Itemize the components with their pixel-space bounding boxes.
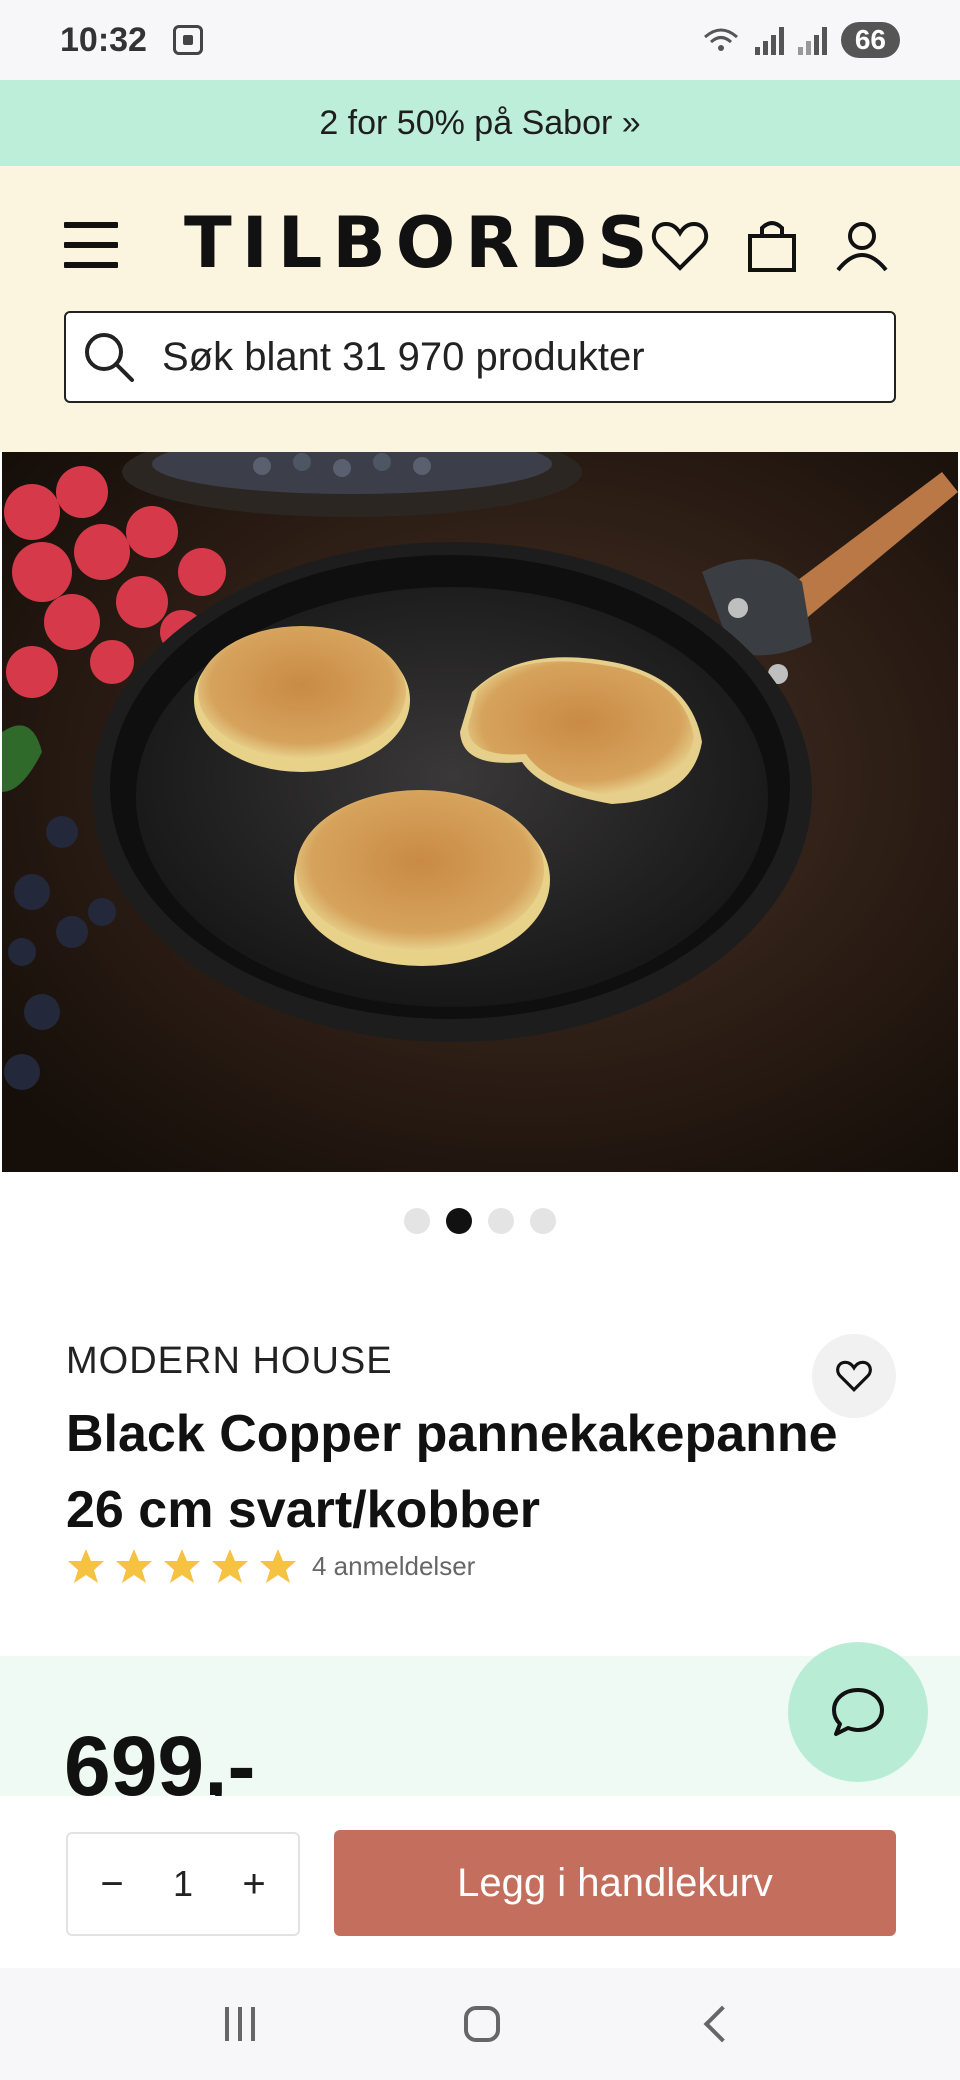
signal-icon	[754, 25, 784, 55]
site-logo[interactable]: TILBORDS	[184, 202, 658, 284]
gallery-dot[interactable]	[488, 1208, 514, 1234]
star-icon	[68, 1549, 104, 1583]
heart-outline-icon	[836, 1360, 872, 1392]
recent-apps-icon[interactable]	[224, 2007, 255, 2041]
product-price: 699,-	[64, 1719, 256, 1796]
gallery-dot[interactable]	[404, 1208, 430, 1234]
back-icon[interactable]	[703, 2005, 741, 2043]
review-count[interactable]: 4 anmeldelser	[312, 1551, 475, 1582]
search-placeholder: Søk blant 31 970 produkter	[162, 334, 645, 379]
star-icon	[116, 1549, 152, 1583]
home-icon[interactable]	[463, 2006, 500, 2042]
star-icon	[260, 1549, 296, 1583]
star-icon	[164, 1549, 200, 1583]
search-bar[interactable]: Søk blant 31 970 produkter	[64, 311, 896, 403]
gallery-dot-active[interactable]	[446, 1208, 472, 1234]
product-rating[interactable]: 4 anmeldelser	[66, 1546, 475, 1586]
promo-text: 2 for 50% på Sabor »	[319, 103, 641, 142]
status-time: 10:32	[60, 20, 147, 59]
heart-icon[interactable]	[648, 214, 712, 278]
gallery-dots	[0, 1208, 960, 1234]
site-header: TILBORDS Søk blant 31 970 produkter	[0, 166, 960, 452]
menu-icon[interactable]	[64, 222, 118, 268]
status-bar: 10:32 66	[0, 0, 960, 80]
pancake-pan-illustration	[2, 452, 958, 1172]
quantity-stepper[interactable]: − 1 +	[66, 1832, 300, 1936]
battery-indicator: 66	[840, 22, 900, 58]
chat-button[interactable]	[788, 1642, 928, 1782]
status-icons: 66	[701, 22, 900, 58]
chat-bubble-icon	[832, 1688, 884, 1736]
star-icon	[212, 1549, 248, 1583]
user-icon[interactable]	[830, 214, 894, 278]
wifi-icon	[703, 28, 738, 51]
screenshot-icon	[172, 25, 203, 55]
decrease-quantity-button[interactable]: −	[92, 1862, 132, 1907]
system-nav-bar	[0, 1968, 960, 2080]
cart-bag-icon[interactable]	[740, 214, 804, 278]
search-icon	[85, 333, 134, 382]
quantity-value[interactable]: 1	[173, 1863, 193, 1905]
purchase-bar: − 1 + Legg i handlekurv	[0, 1796, 960, 1968]
gallery-dot[interactable]	[530, 1208, 556, 1234]
add-to-cart-button[interactable]: Legg i handlekurv	[334, 1830, 896, 1936]
promo-banner[interactable]: 2 for 50% på Sabor »	[0, 80, 960, 166]
product-brand[interactable]: MODERN HOUSE	[66, 1340, 393, 1383]
product-title: Black Copper pannekakepanne 26 cm svart/…	[66, 1405, 838, 1539]
product-image[interactable]	[2, 452, 958, 1172]
increase-quantity-button[interactable]: +	[234, 1862, 274, 1907]
signal-icon-2	[797, 25, 827, 55]
